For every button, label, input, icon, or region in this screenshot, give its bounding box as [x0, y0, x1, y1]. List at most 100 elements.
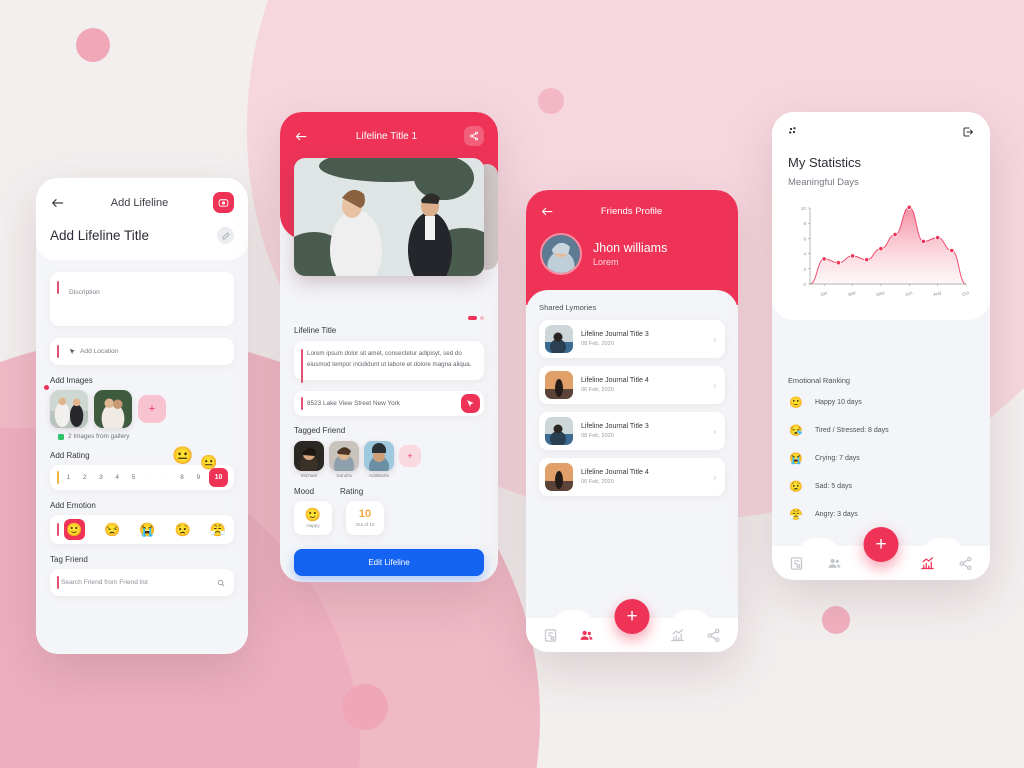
pager-dot-active[interactable] — [468, 316, 477, 320]
grid-icon[interactable] — [788, 126, 800, 138]
chevron-right-icon[interactable]: › — [713, 335, 716, 344]
add-fab-button[interactable]: + — [863, 527, 899, 562]
field-accent-bar — [301, 396, 303, 410]
journal-date: 06 Feb, 2020 — [581, 387, 614, 393]
rating-option-4[interactable]: 4 — [112, 474, 123, 481]
decorative-circle — [342, 684, 388, 730]
back-arrow-icon[interactable] — [294, 129, 309, 144]
lifeline-title-value[interactable]: Add Lifeline Title — [50, 228, 149, 243]
logout-icon[interactable] — [962, 126, 974, 138]
chevron-right-icon[interactable]: › — [713, 473, 716, 482]
image-thumbnail[interactable] — [94, 390, 132, 428]
search-icon[interactable] — [217, 579, 225, 587]
carousel-pager[interactable] — [294, 316, 484, 320]
phone-screen-statistics: My Statistics Meaningful Days 0 2 4 6 8 10 Jan… — [772, 112, 990, 580]
svg-text:10: 10 — [801, 206, 807, 211]
tagged-friend-name: Michael — [300, 473, 318, 479]
journal-list-item[interactable]: Lifeline Journal Title 4 06 Feb, 2020 › — [539, 458, 725, 496]
edit-lifeline-button[interactable]: Edit Lifeline — [294, 548, 484, 576]
journal-icon[interactable] — [543, 628, 558, 643]
rating-option-5[interactable]: 5 — [128, 474, 139, 481]
tagged-friend[interactable]: Sandra — [329, 440, 359, 479]
avatar[interactable] — [294, 440, 324, 471]
rating-card[interactable]: 10 Out of 10 — [346, 500, 384, 535]
emotion-option-0[interactable]: 🙂 — [64, 519, 85, 540]
emotional-ranking-item: 😭 Crying: 7 days — [788, 450, 974, 466]
shared-memories-label: Shared Lymories — [539, 303, 597, 312]
journal-list-item[interactable]: Lifeline Journal Title 4 06 Feb, 2020 › — [539, 366, 725, 404]
chevron-right-icon[interactable]: › — [713, 381, 716, 390]
tagged-friend[interactable]: Adalbarlu — [364, 440, 394, 479]
share-icon[interactable] — [958, 556, 973, 571]
emotion-option-4[interactable]: 😤 — [210, 523, 226, 536]
journal-list-item[interactable]: Lifeline Journal Title 3 08 Feb, 2020 › — [539, 412, 725, 450]
pencil-icon[interactable] — [217, 227, 234, 244]
rating-option-3[interactable]: 3 — [95, 474, 106, 481]
journal-list-item[interactable]: Lifeline Journal Title 3 08 Feb, 2020 › — [539, 320, 725, 358]
page-title: My Statistics — [788, 155, 861, 170]
emotion-option-2[interactable]: 😭 — [139, 523, 155, 536]
description-field[interactable]: Discription — [50, 272, 234, 326]
rating-label: Rating — [340, 486, 364, 496]
avatar[interactable] — [540, 233, 582, 275]
rating-option-2[interactable]: 2 — [79, 474, 90, 481]
chevron-right-icon[interactable]: › — [713, 427, 716, 436]
mood-rating-labels: Mood Rating — [294, 487, 484, 496]
back-arrow-icon[interactable] — [50, 195, 66, 211]
friends-icon[interactable] — [827, 556, 842, 571]
journal-date: 06 Feb, 2020 — [581, 479, 614, 485]
stats-icon[interactable] — [920, 556, 935, 571]
location-pin-icon — [69, 348, 76, 355]
emotion-option-1[interactable]: 😒 — [104, 523, 120, 536]
journal-icon[interactable] — [789, 556, 804, 571]
tagged-friend[interactable]: Michael — [294, 440, 324, 479]
svg-text:2: 2 — [803, 267, 806, 272]
svg-text:Mar: Mar — [847, 290, 857, 298]
location-field[interactable]: Add Location — [50, 338, 234, 365]
journal-title: Lifeline Journal Title 4 — [581, 469, 649, 476]
avatar[interactable] — [329, 440, 359, 471]
shared-memories-sheet: Shared Lymories Lifeline Journal Title 3… — [526, 290, 738, 652]
svg-text:8: 8 — [803, 221, 806, 226]
add-friend-button[interactable]: + — [399, 444, 421, 467]
rating-option-9[interactable]: 9 — [193, 474, 204, 481]
description-text: Lorem ipsum dolor sit amet, consectetur … — [307, 350, 472, 368]
stats-icon[interactable] — [670, 628, 685, 643]
emotion-icon: 😤 — [789, 508, 803, 521]
friends-icon[interactable] — [579, 628, 594, 643]
journal-thumbnail — [545, 417, 573, 445]
hero-image — [294, 158, 484, 276]
friend-search-input[interactable]: Search Friend from Friend list — [50, 569, 234, 596]
friends-profile-header: Friends Profile Jhon williams Lorem — [526, 190, 738, 305]
camera-icon[interactable] — [213, 192, 234, 213]
share-icon[interactable] — [706, 628, 721, 643]
pager-dot[interactable] — [480, 316, 484, 320]
mood-emoji: 🙂 — [304, 506, 322, 522]
avatar[interactable] — [364, 440, 394, 471]
emotion-selector[interactable]: 🙂 😒 😭 😟 😤 — [50, 515, 234, 544]
share-icon[interactable] — [464, 126, 484, 146]
address-card[interactable]: 8523 Lake View Street New York — [294, 390, 484, 416]
tagged-friend-list: Michael Sandra Adalbarlu + — [294, 440, 484, 479]
add-lifeline-header: Add Lifeline Add Lifeline Title — [36, 178, 248, 260]
decorative-circle — [822, 606, 850, 634]
back-arrow-icon[interactable] — [540, 204, 555, 219]
add-image-button[interactable]: + — [138, 395, 166, 423]
rating-option-8[interactable]: 8 — [177, 474, 188, 481]
journal-thumbnail — [545, 371, 573, 399]
description-card: Lorem ipsum dolor sit amet, consectetur … — [294, 341, 484, 383]
svg-text:6: 6 — [803, 236, 806, 241]
gallery-note: 2 Images from gallery — [58, 433, 234, 440]
add-fab-button[interactable]: + — [614, 599, 650, 634]
location-placeholder: Add Location — [80, 348, 119, 355]
accent-dot — [44, 385, 49, 390]
rating-option-1[interactable]: 1 — [63, 474, 74, 481]
tagged-friend-name: Sandra — [336, 473, 352, 479]
phone-screen-add-lifeline: Add Lifeline Add Lifeline Title Discript… — [36, 178, 248, 654]
image-thumbnail[interactable] — [50, 390, 88, 428]
hero-image-carousel[interactable] — [294, 158, 484, 276]
mood-card[interactable]: 🙂 Happy — [294, 500, 332, 535]
emotion-option-3[interactable]: 😟 — [175, 523, 191, 536]
journal-thumbnail — [545, 463, 573, 491]
navigate-icon[interactable] — [461, 393, 480, 413]
